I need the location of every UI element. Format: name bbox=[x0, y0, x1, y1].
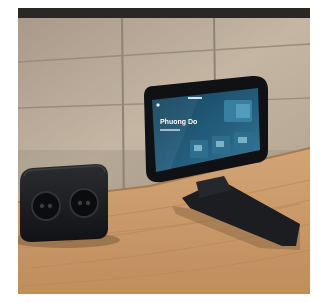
screen-tile-image bbox=[236, 104, 250, 118]
scene-svg: Phuong Do bbox=[0, 0, 312, 303]
socket-outlet-left bbox=[31, 191, 61, 221]
photo-scene: Phuong Do bbox=[0, 0, 312, 303]
power-socket bbox=[20, 164, 108, 242]
socket-outlet-right bbox=[69, 188, 99, 218]
